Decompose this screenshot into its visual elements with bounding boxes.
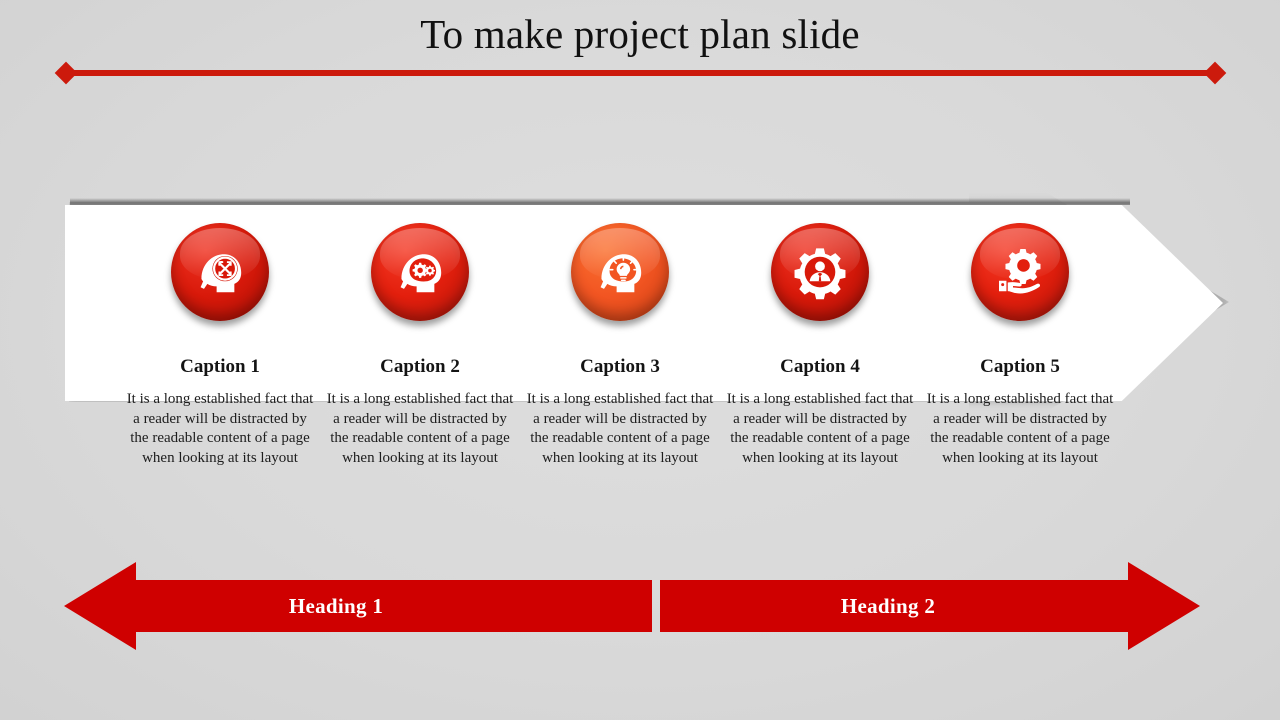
heading-arrow-left[interactable]: Heading 1 [64, 562, 652, 650]
caption-body: It is a long established fact that a rea… [326, 391, 514, 466]
caption-body: It is a long established fact that a rea… [126, 391, 314, 466]
divider-right-diamond-icon [1203, 61, 1227, 85]
caption-body: It is a long established fact that a rea… [726, 391, 914, 466]
head-gears-icon[interactable] [371, 223, 469, 321]
caption-block-2: Caption 2 It is a long established fact … [320, 354, 520, 468]
hand-holding-gear-icon[interactable] [971, 223, 1069, 321]
caption-title: Caption 4 [780, 356, 860, 377]
page-title: To make project plan slide [420, 11, 860, 57]
step-icon-cell-5[interactable] [920, 218, 1120, 326]
step-icons-row [120, 218, 1120, 326]
heading-arrow-right[interactable]: Heading 2 [660, 562, 1200, 650]
caption-title: Caption 1 [180, 356, 260, 377]
head-expand-arrows-icon[interactable] [171, 223, 269, 321]
slide-canvas: To make project plan slide Caption 1 It … [0, 0, 1280, 720]
step-icon-cell-4[interactable] [720, 218, 920, 326]
step-icon-cell-3[interactable] [520, 218, 720, 326]
caption-title: Caption 3 [580, 356, 660, 377]
step-icon-cell-1[interactable] [120, 218, 320, 326]
title-divider [54, 61, 1227, 85]
step-icon-cell-2[interactable] [320, 218, 520, 326]
caption-body: It is a long established fact that a rea… [926, 391, 1114, 466]
caption-block-4: Caption 4 It is a long established fact … [720, 354, 920, 468]
caption-block-5: Caption 5 It is a long established fact … [920, 354, 1120, 468]
caption-body: It is a long established fact that a rea… [526, 391, 714, 466]
captions-row: Caption 1 It is a long established fact … [120, 354, 1120, 468]
caption-title: Caption 2 [380, 356, 460, 377]
heading-left-label: Heading 1 [288, 593, 384, 618]
gear-person-icon[interactable] [771, 223, 869, 321]
caption-title: Caption 5 [980, 356, 1060, 377]
divider-bar [68, 70, 1213, 76]
banner-top-edge-shadow [70, 198, 1130, 205]
caption-block-3: Caption 3 It is a long established fact … [520, 354, 720, 468]
caption-block-1: Caption 1 It is a long established fact … [120, 354, 320, 468]
head-lightbulb-icon[interactable] [571, 223, 669, 321]
heading-right-label: Heading 2 [840, 593, 936, 618]
